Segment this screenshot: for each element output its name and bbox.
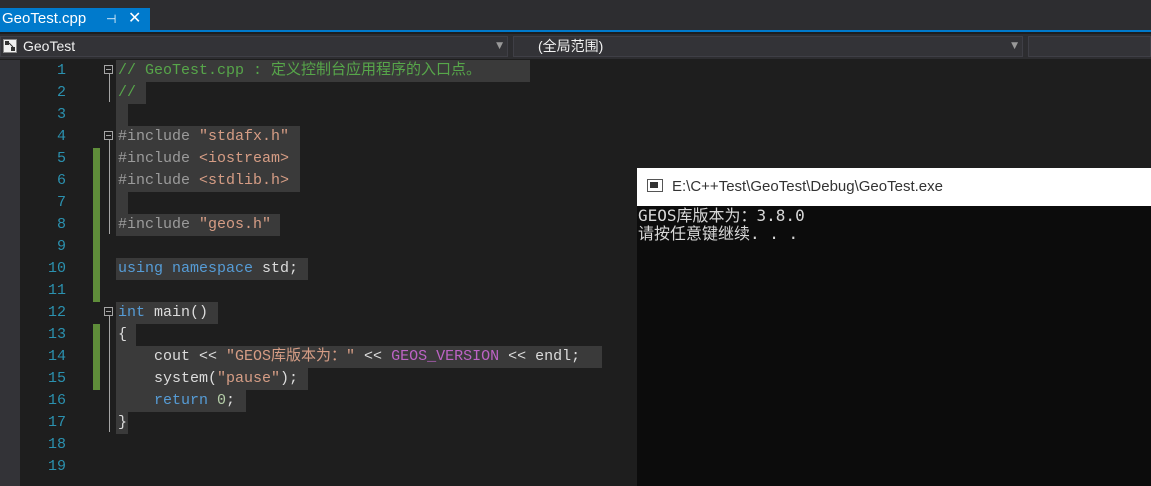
collapse-icon[interactable] bbox=[104, 307, 113, 316]
tab-accent-line bbox=[0, 30, 1151, 32]
line-number: 9 bbox=[56, 238, 66, 255]
close-icon[interactable]: ✕ bbox=[128, 8, 141, 30]
line-number: 12 bbox=[47, 304, 66, 321]
tab-filename: GeoTest.cpp bbox=[2, 10, 87, 27]
code-line: 1 // GeoTest.cpp : 定义控制台应用程序的入口点。 bbox=[20, 60, 1151, 82]
collapse-icon[interactable] bbox=[104, 131, 113, 140]
member-dropdown[interactable] bbox=[1028, 36, 1151, 57]
console-output-line: 请按任意键继续. . . bbox=[638, 224, 799, 243]
pin-icon[interactable]: ⊣ bbox=[106, 8, 116, 30]
code-text: using namespace std; bbox=[118, 260, 299, 277]
code-text: #include <iostream> bbox=[118, 150, 290, 167]
code-line: 2 // bbox=[20, 82, 1151, 104]
code-line: 4 #include "stdafx.h" bbox=[20, 126, 1151, 148]
code-text: #include <stdlib.h> bbox=[118, 172, 290, 189]
code-text: return 0; bbox=[118, 392, 236, 409]
line-number: 3 bbox=[56, 106, 66, 123]
line-highlight bbox=[116, 192, 128, 214]
console-output-line: GEOS库版本为：3.8.0 bbox=[638, 206, 805, 225]
project-dropdown[interactable]: GeoTest ▼ bbox=[0, 36, 508, 57]
line-number: 1 bbox=[56, 62, 66, 79]
code-text: int main() bbox=[118, 304, 209, 321]
line-number: 4 bbox=[56, 128, 66, 145]
navigation-bar: GeoTest ▼ (全局范围) ▼ bbox=[0, 34, 1151, 59]
editor-glyph-margin bbox=[0, 60, 20, 486]
code-text: cout << "GEOS库版本为：" << GEOS_VERSION << e… bbox=[118, 348, 581, 365]
chevron-down-icon: ▼ bbox=[496, 41, 503, 51]
line-number: 7 bbox=[56, 194, 66, 211]
code-line: 5 #include <iostream> bbox=[20, 148, 1151, 170]
line-number: 18 bbox=[47, 436, 66, 453]
chevron-down-icon: ▼ bbox=[1011, 41, 1018, 51]
project-label: GeoTest bbox=[23, 38, 76, 54]
code-text: // bbox=[118, 84, 137, 101]
tab-geotest-cpp[interactable]: GeoTest.cpp ⊣ ✕ bbox=[0, 8, 150, 30]
code-text: #include "geos.h" bbox=[118, 216, 272, 233]
code-text: system("pause"); bbox=[118, 370, 299, 387]
line-number: 16 bbox=[47, 392, 66, 409]
line-number: 11 bbox=[47, 282, 66, 299]
code-text: } bbox=[118, 414, 128, 431]
line-highlight bbox=[116, 104, 128, 126]
console-title: E:\C++Test\GeoTest\Debug\GeoTest.exe bbox=[672, 178, 943, 195]
scope-dropdown[interactable]: (全局范围) ▼ bbox=[513, 36, 1023, 57]
line-number: 6 bbox=[56, 172, 66, 189]
console-window[interactable]: E:\C++Test\GeoTest\Debug\GeoTest.exe GEO… bbox=[637, 168, 1151, 486]
code-line: 3 bbox=[20, 104, 1151, 126]
line-number: 2 bbox=[56, 84, 66, 101]
console-title-bar[interactable]: E:\C++Test\GeoTest\Debug\GeoTest.exe bbox=[637, 168, 1151, 206]
document-tab-strip: GeoTest.cpp ⊣ ✕ bbox=[0, 0, 1151, 32]
console-output: GEOS库版本为：3.8.0 请按任意键继续. . . bbox=[638, 207, 805, 243]
line-number: 13 bbox=[47, 326, 66, 343]
code-text: // GeoTest.cpp : 定义控制台应用程序的入口点。 bbox=[118, 62, 482, 79]
line-number: 19 bbox=[47, 458, 66, 475]
project-icon bbox=[3, 39, 17, 53]
scope-label: (全局范围) bbox=[538, 38, 604, 54]
code-text: { bbox=[118, 326, 128, 343]
line-number: 10 bbox=[47, 260, 66, 277]
line-number: 14 bbox=[47, 348, 66, 365]
line-number: 5 bbox=[56, 150, 66, 167]
line-number: 8 bbox=[56, 216, 66, 233]
console-app-icon bbox=[647, 179, 663, 192]
line-number: 15 bbox=[47, 370, 66, 387]
line-number: 17 bbox=[47, 414, 66, 431]
code-text: #include "stdafx.h" bbox=[118, 128, 290, 145]
collapse-icon[interactable] bbox=[104, 65, 113, 74]
